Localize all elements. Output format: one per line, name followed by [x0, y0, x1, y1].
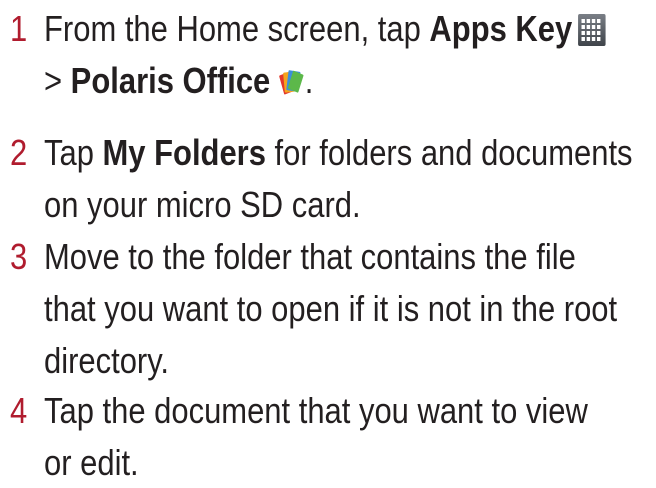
step-number: 3 [10, 236, 28, 277]
step-number: 4 [10, 390, 28, 431]
step-text: Tap [44, 132, 103, 173]
my-folders-label: My Folders [102, 132, 266, 173]
step-3-line-3: directory. [44, 340, 170, 381]
step-2-line-2: on your micro SD card. [44, 184, 361, 225]
step-number: 2 [10, 132, 28, 173]
step-number: 1 [10, 8, 28, 49]
apps-grid-icon [577, 10, 606, 46]
step-2-line-1: Tap My Folders for folders and documents [44, 128, 633, 178]
apps-key-label: Apps Key [429, 8, 573, 49]
step-text: From the Home screen, tap [44, 8, 430, 49]
step-1-line-2: > Polaris Office . [44, 56, 313, 106]
polaris-office-label: Polaris Office [70, 60, 271, 101]
instruction-steps: 1 From the Home screen, tap Apps Key > P… [0, 0, 656, 483]
step-text: for folders and documents [265, 132, 633, 173]
step-3-line-1: Move to the folder that contains the fil… [44, 236, 576, 277]
step-4-line-1: Tap the document that you want to view [44, 390, 588, 431]
step-text: > [44, 60, 71, 101]
step-1-line-1: From the Home screen, tap Apps Key [44, 4, 607, 54]
polaris-office-icon [275, 62, 304, 96]
step-4-line-2: or edit. [44, 442, 139, 483]
step-text: . [304, 60, 314, 101]
step-3-line-2: that you want to open if it is not in th… [44, 288, 618, 329]
